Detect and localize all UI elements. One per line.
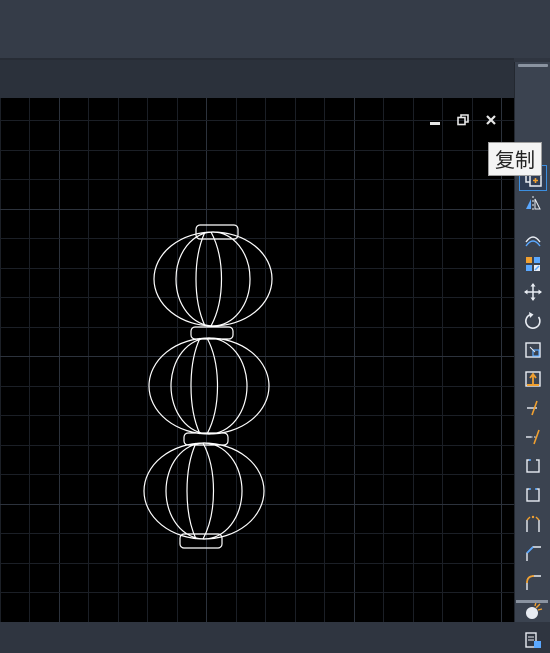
trim-icon [523, 398, 543, 418]
lantern-top-ball [153, 231, 273, 327]
offset-icon [523, 228, 543, 248]
tool-trim[interactable] [519, 395, 547, 421]
tool-chamfer[interactable] [519, 540, 547, 566]
tool-extend[interactable] [519, 424, 547, 450]
rotate-icon [523, 311, 543, 331]
title-bar [0, 0, 550, 58]
tool-scale[interactable] [519, 337, 547, 363]
minimize-icon[interactable] [426, 112, 444, 128]
tooltip: 复制 [488, 142, 542, 176]
tool-break[interactable] [519, 482, 547, 508]
mirror-icon [523, 194, 543, 214]
tool-rotate[interactable] [519, 308, 547, 334]
tool-mirror[interactable] [519, 191, 547, 217]
lantern-drawing [143, 224, 273, 549]
drawing-tab-strip [0, 58, 514, 100]
fillet-icon [523, 572, 543, 592]
tool-stretch[interactable] [519, 366, 547, 392]
tool-offset[interactable] [519, 225, 547, 251]
tool-array[interactable] [519, 251, 547, 277]
extend-icon [523, 427, 543, 447]
tool-properties[interactable] [519, 627, 547, 653]
break-icon [523, 485, 543, 505]
close-icon[interactable] [482, 112, 500, 128]
stretch-icon [523, 369, 543, 389]
tool-fillet[interactable] [519, 569, 547, 595]
tool-move[interactable] [519, 279, 547, 305]
lantern-middle-ball [148, 337, 270, 435]
properties-icon [523, 630, 543, 650]
lantern-bottom-ball [143, 442, 265, 540]
tool-join[interactable] [519, 511, 547, 537]
lantern-bottom-cap [179, 533, 223, 549]
restore-icon[interactable] [454, 112, 472, 128]
toolbar-grip[interactable] [518, 64, 548, 67]
tool-break-at-point[interactable] [519, 453, 547, 479]
drawing-canvas[interactable] [0, 98, 514, 622]
array-icon [523, 254, 543, 274]
move-icon [523, 282, 543, 302]
explode-icon [523, 601, 543, 621]
break-at-point-icon [523, 456, 543, 476]
toolbar-bottom-grip[interactable] [516, 600, 548, 603]
join-icon [523, 514, 543, 534]
viewport-window-controls [426, 112, 500, 128]
scale-icon [523, 340, 543, 360]
lantern-upper-connector [190, 326, 234, 340]
chamfer-icon [523, 543, 543, 563]
